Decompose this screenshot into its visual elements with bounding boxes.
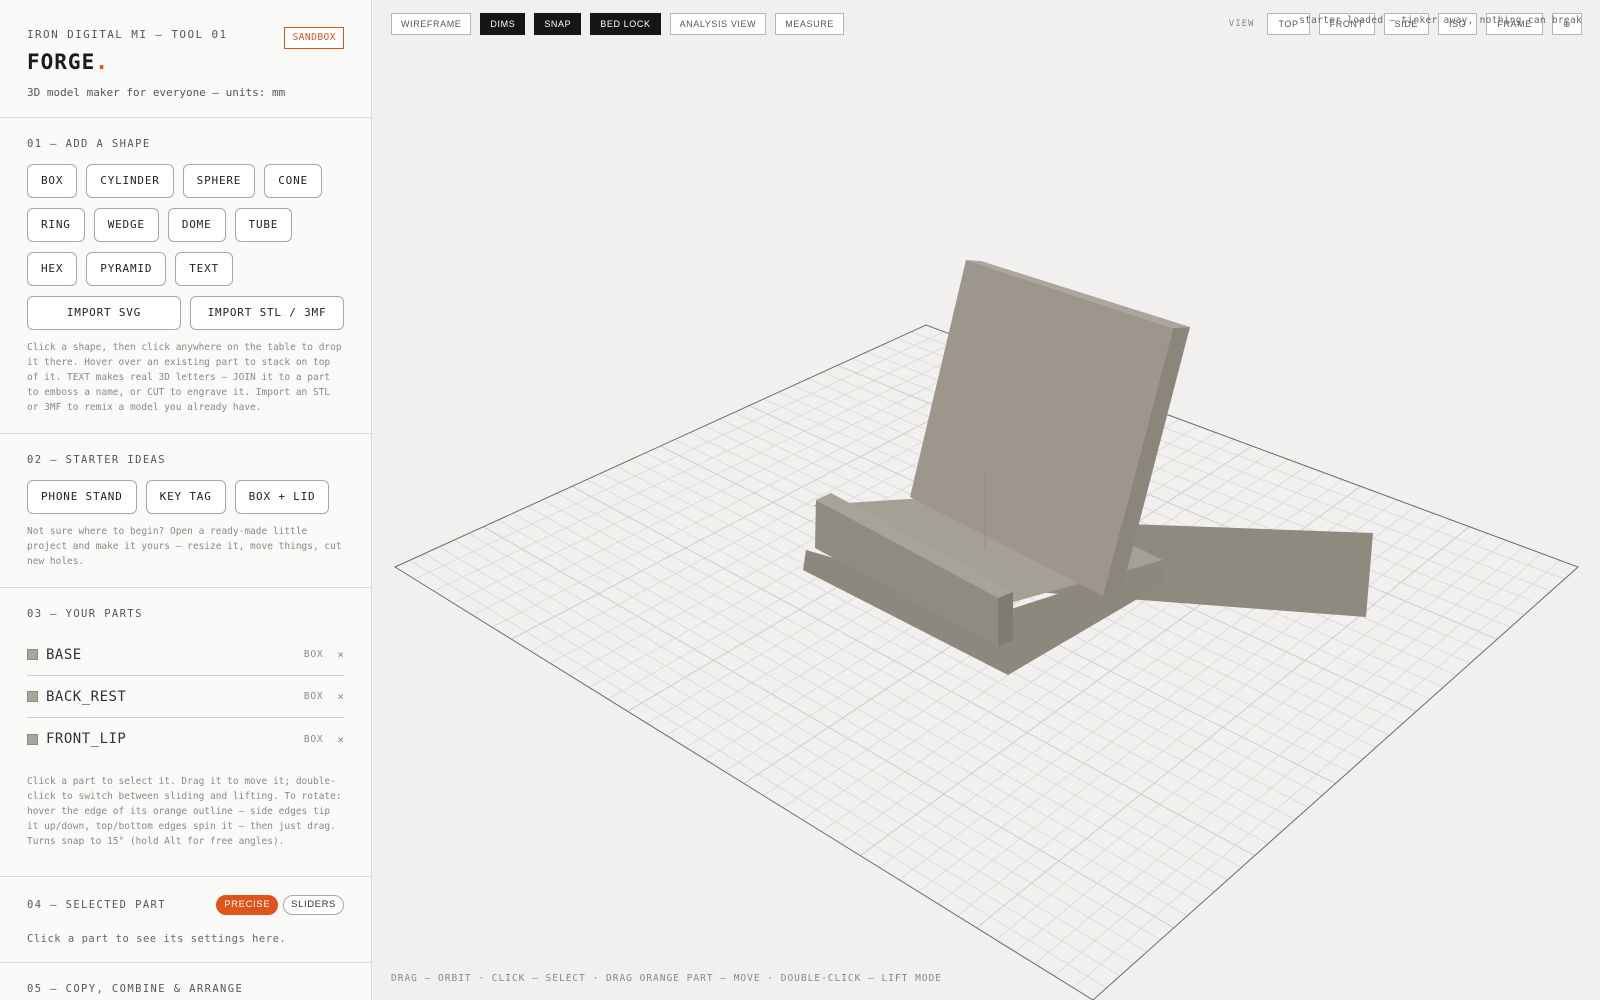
analysis-view-toggle[interactable]: ANALYSIS VIEW <box>669 13 767 35</box>
dims-toggle[interactable]: DIMS <box>480 13 526 35</box>
app-title-text: FORGE <box>27 50 96 74</box>
app-header: IRON DIGITAL MI — TOOL 01 SANDBOX FORGE.… <box>0 0 371 118</box>
starter-phone-stand-button[interactable]: PHONE STAND <box>27 480 137 514</box>
view-top-button[interactable]: TOP <box>1267 13 1310 35</box>
import-row: IMPORT SVG IMPORT STL / 3MF <box>27 296 344 330</box>
add-sphere-button[interactable]: SPHERE <box>182 164 256 198</box>
remove-part-icon[interactable]: × <box>337 733 344 746</box>
add-text-button[interactable]: TEXT <box>175 252 233 286</box>
remove-part-icon[interactable]: × <box>337 648 344 661</box>
starter-help: Not sure where to begin? Open a ready-ma… <box>27 526 342 567</box>
measure-toggle[interactable]: MEASURE <box>775 13 844 35</box>
selected-part-section: 04 — SELECTED PART PRECISE SLIDERS Click… <box>0 877 371 963</box>
parts-help: Click a part to select it. Drag it to mo… <box>27 776 342 847</box>
3d-viewport[interactable]: WIREFRAME DIMS SNAP BED LOCK ANALYSIS VIEW ME… <box>373 0 1600 1000</box>
part-row[interactable]: BASE BOX × <box>27 634 344 676</box>
part-color-swatch <box>27 649 38 660</box>
parts-section: 03 — YOUR PARTS BASE BOX × BACK_REST BOX × FRO… <box>0 588 371 877</box>
arrange-title: 05 — COPY, COMBINE & ARRANGE <box>27 983 244 995</box>
selected-part-title: 04 — SELECTED PART <box>27 899 166 911</box>
starter-title: 02 — STARTER IDEAS <box>27 454 166 466</box>
view-toolbar: WIREFRAME DIMS SNAP BED LOCK ANALYSIS VIEW ME… <box>391 13 844 35</box>
mode-toggle: PRECISE SLIDERS <box>216 895 344 915</box>
add-cone-button[interactable]: CONE <box>264 164 322 198</box>
add-pyramid-button[interactable]: PYRAMID <box>86 252 167 286</box>
add-hex-button[interactable]: HEX <box>27 252 78 286</box>
parts-list: BASE BOX × BACK_REST BOX × FRONT_LIP BOX × <box>27 634 344 760</box>
snap-toggle[interactable]: SNAP <box>534 13 582 35</box>
arrange-section: 05 — COPY, COMBINE & ARRANGE <box>0 963 371 1000</box>
scene-canvas[interactable] <box>373 0 1600 1000</box>
add-shape-section: 01 — ADD A SHAPE BOX CYLINDER SPHERE CONE RI… <box>0 118 371 434</box>
import-svg-button[interactable]: IMPORT SVG <box>27 296 181 330</box>
sliders-mode-button[interactable]: SLIDERS <box>283 895 344 915</box>
add-shape-title: 01 — ADD A SHAPE <box>27 138 151 150</box>
view-bar: VIEW TOP FRONT SIDE ISO FRAME ⊕ <box>1229 13 1582 35</box>
shape-buttons: BOX CYLINDER SPHERE CONE RING WEDGE DOME TUBE HE… <box>27 164 344 286</box>
add-wedge-button[interactable]: WEDGE <box>93 208 159 242</box>
view-reset-button[interactable]: ⊕ <box>1551 13 1582 35</box>
part-color-swatch <box>27 691 38 702</box>
starter-key-tag-button[interactable]: KEY TAG <box>145 480 226 514</box>
part-name: BACK_REST <box>46 688 127 705</box>
add-dome-button[interactable]: DOME <box>167 208 226 242</box>
precise-mode-button[interactable]: PRECISE <box>216 895 279 915</box>
starter-box-lid-button[interactable]: BOX + LID <box>234 480 330 514</box>
add-ring-button[interactable]: RING <box>27 208 85 242</box>
view-frame-button[interactable]: FRAME <box>1486 13 1543 35</box>
part-row[interactable]: BACK_REST BOX × <box>27 676 344 718</box>
add-box-button[interactable]: BOX <box>27 164 78 198</box>
bed-lock-toggle[interactable]: BED LOCK <box>590 13 661 35</box>
starter-section: 02 — STARTER IDEAS PHONE STAND KEY TAG BOX… <box>0 434 371 588</box>
parts-title: 03 — YOUR PARTS <box>27 608 143 620</box>
sandbox-badge: SANDBOX <box>284 27 344 49</box>
selected-part-header: 04 — SELECTED PART PRECISE SLIDERS <box>27 877 344 933</box>
part-kind: BOX <box>303 649 324 660</box>
app-title: FORGE. <box>27 50 344 74</box>
phone-stand-model <box>803 260 1373 675</box>
view-label: VIEW <box>1228 19 1255 29</box>
wireframe-toggle[interactable]: WIREFRAME <box>391 13 472 35</box>
add-tube-button[interactable]: TUBE <box>234 208 293 242</box>
sidebar: IRON DIGITAL MI — TOOL 01 SANDBOX FORGE.… <box>0 0 372 1000</box>
view-front-button[interactable]: FRONT <box>1318 13 1375 35</box>
view-iso-button[interactable]: ISO <box>1438 13 1478 35</box>
import-stl-button[interactable]: IMPORT STL / 3MF <box>190 296 344 330</box>
view-side-button[interactable]: SIDE <box>1383 13 1430 35</box>
part-kind: BOX <box>303 691 324 702</box>
tagline: 3D model maker for everyone — units: mm <box>27 86 286 99</box>
selected-part-empty: Click a part to see its settings here. <box>27 933 287 945</box>
add-cylinder-button[interactable]: CYLINDER <box>86 164 174 198</box>
controls-hint: DRAG — ORBIT · CLICK — SELECT · DRAG ORA… <box>391 973 942 984</box>
remove-part-icon[interactable]: × <box>337 690 344 703</box>
part-kind: BOX <box>303 733 324 745</box>
part-color-swatch <box>27 733 38 745</box>
add-shape-help: Click a shape, then click anywhere on th… <box>27 342 342 413</box>
front-lip-side <box>998 592 1013 647</box>
starter-buttons: PHONE STAND KEY TAG BOX + LID <box>27 480 344 514</box>
part-name: BASE <box>46 646 82 663</box>
app-title-dot: . <box>95 50 109 74</box>
part-name: FRONT_LIP <box>46 731 127 747</box>
part-row[interactable]: FRONT_LIP BOX × <box>27 718 344 760</box>
